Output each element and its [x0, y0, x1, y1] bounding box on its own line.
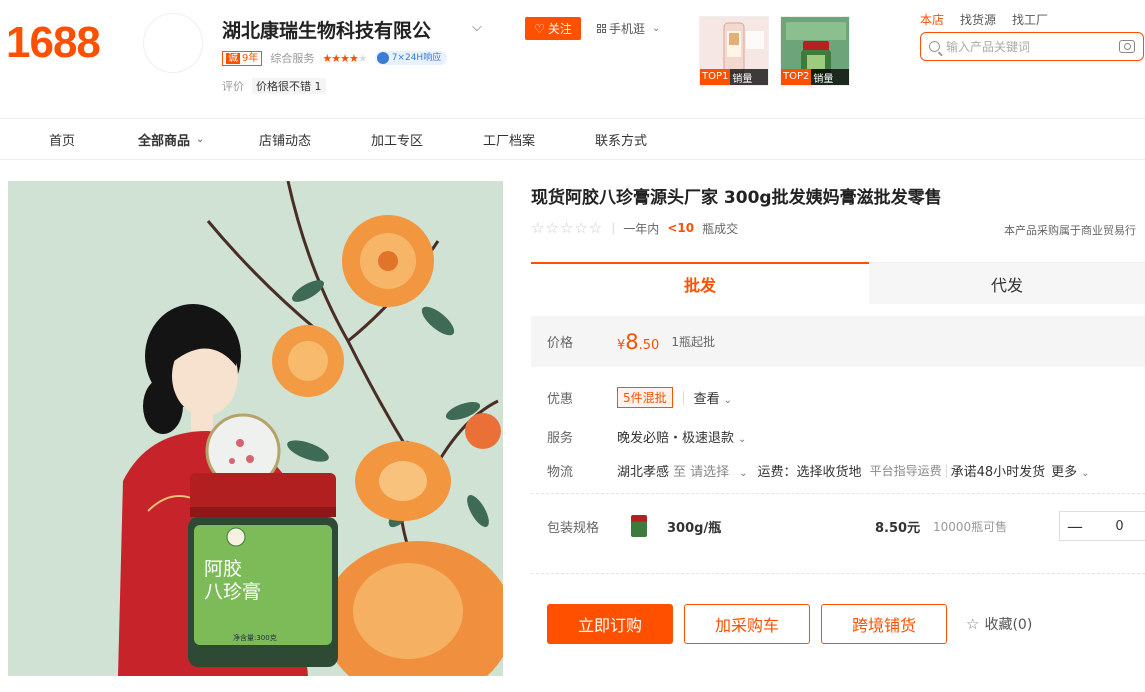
shop-header: 1688 湖北康瑞生物科技有限公 ⌵ 诚 9年 综合服务 ★★★★★ 7×24H响… — [0, 0, 1145, 118]
promo-view-link[interactable]: 查看 ⌄ — [694, 388, 732, 407]
sku-label: 包装规格 — [547, 520, 600, 536]
shop-name[interactable]: 湖北康瑞生物科技有限公 — [222, 16, 431, 43]
search-box — [920, 32, 1144, 61]
product-main-image[interactable]: 阿胶 八珍膏 净含量:300克 — [8, 181, 503, 676]
chevron-down-icon: ⌄ — [196, 134, 205, 145]
search-tab-find-goods[interactable]: 找货源 — [960, 11, 996, 28]
quantity-decrease-button[interactable]: — — [1060, 517, 1090, 536]
more-logistics[interactable]: 更多 ⌄ — [1051, 461, 1089, 480]
sku-thumbnail[interactable] — [631, 515, 647, 537]
buy-now-button[interactable]: 立即订购 — [547, 604, 673, 644]
chevron-down-icon: ⌄ — [1081, 468, 1090, 479]
quantity-input[interactable] — [1090, 518, 1145, 534]
product-title: 现货阿胶八珍膏源头厂家 300g批发姨妈膏滋批发零售 — [531, 188, 942, 208]
search-scope-tabs: 本店 找货源 找工厂 — [920, 11, 1048, 28]
service-stars: ★★★★★ — [322, 51, 367, 65]
star-icon: ☆ — [966, 615, 980, 633]
shop-review: 评价 价格很不错 1 — [222, 78, 326, 94]
sku-row: 包装规格 300g/瓶 8.50元 10000瓶可售 — — [531, 511, 1145, 541]
trade-note: 本产品采购属于商业贸易行 — [1004, 224, 1136, 237]
favorite-button[interactable]: ☆ 收藏(0) — [966, 614, 1032, 634]
promo-label: 优惠 — [547, 392, 574, 407]
nav-shop-news[interactable]: 店铺动态 — [259, 130, 311, 149]
chevron-down-icon: ⌄ — [723, 395, 733, 406]
clock-icon — [376, 52, 389, 64]
nav-factory-profile[interactable]: 工厂档案 — [483, 130, 535, 149]
review-tag: 价格很不错 1 — [252, 78, 326, 94]
search-input[interactable] — [946, 39, 1113, 54]
site-logo[interactable]: 1688 — [6, 18, 101, 68]
nav-all-products[interactable]: 全部商品 ⌄ — [138, 130, 204, 149]
logistics-row: 物流 湖北孝感 至 请选择 ⌄ 运费：选择收货地 平台指导运费 承诺48小时发货 … — [531, 461, 1090, 480]
camera-icon[interactable] — [1119, 40, 1135, 53]
promo-tag: 5件混批 — [617, 387, 673, 408]
top-product-1[interactable]: TOP1 销量 — [699, 16, 769, 86]
min-order: 1瓶起批 — [671, 335, 715, 349]
ship-promise: 承诺48小时发货 — [950, 465, 1046, 480]
sku-name: 300g/瓶 — [667, 520, 722, 536]
add-to-cart-button[interactable]: 加采购车 — [684, 604, 810, 644]
jar-net-weight: 净含量:300克 — [233, 634, 277, 642]
sku-stock: 10000瓶可售 — [933, 519, 1008, 534]
chevron-down-icon[interactable]: ⌵ — [472, 20, 482, 35]
freight-text: 运费：选择收货地 — [757, 465, 862, 480]
price-block: 价格 ¥8.50 1瓶起批 — [531, 316, 1145, 367]
rating-row: ☆☆☆☆☆ | 一年内 <10 瓶成交 — [531, 219, 739, 237]
shop-meta: 诚 9年 综合服务 ★★★★★ 7×24H响应 — [222, 50, 448, 66]
top-product-2[interactable]: TOP2 销量 — [780, 16, 850, 86]
shop-nav: 首页 全部商品 ⌄ 店铺动态 加工专区 工厂档案 联系方式 — [0, 118, 1145, 160]
grid-icon — [597, 24, 606, 33]
search-icon[interactable] — [929, 41, 940, 52]
service-guarantee[interactable]: 晚发必赔・极速退款 ⌄ — [617, 427, 746, 446]
purchase-actions: 立即订购 加采购车 跨境铺货 ☆ 收藏(0) — [547, 604, 1032, 644]
price-label: 价格 — [547, 336, 574, 351]
tab-dropship[interactable]: 代发 — [869, 262, 1145, 304]
search-tab-this-shop[interactable]: 本店 — [920, 11, 944, 28]
mobile-browse-link[interactable]: 手机逛 ⌄ — [597, 20, 660, 37]
service-label: 服务 — [547, 431, 574, 446]
response-badge: 7×24H响应 — [374, 51, 448, 65]
service-row: 服务 晚发必赔・极速退款 ⌄ — [531, 427, 746, 446]
service-label: 综合服务 — [270, 52, 315, 65]
cross-border-button[interactable]: 跨境铺货 — [821, 604, 947, 644]
shop-avatar[interactable] — [143, 13, 203, 73]
follow-button[interactable]: ♡ 关注 — [525, 17, 581, 40]
nav-contact[interactable]: 联系方式 — [595, 130, 647, 149]
chevron-down-icon: ⌄ — [652, 23, 661, 34]
promo-row: 优惠 5件混批 查看 ⌄ — [531, 387, 732, 408]
chevron-down-icon: ⌄ — [738, 434, 747, 445]
purchase-mode-tabs: 批发 代发 — [531, 262, 1145, 304]
quantity-stepper: — — [1059, 511, 1145, 541]
jar-label-line2: 八珍膏 — [204, 581, 262, 603]
chevron-down-icon: ⌄ — [739, 468, 748, 479]
logistics-label: 物流 — [547, 465, 574, 480]
nav-home[interactable]: 首页 — [49, 130, 75, 149]
heart-plus-icon: ♡ — [534, 21, 545, 36]
price-value: ¥8.50 — [617, 329, 660, 354]
years-badge: 诚 9年 — [222, 50, 263, 66]
search-tab-find-factory[interactable]: 找工厂 — [1012, 11, 1048, 28]
tab-wholesale[interactable]: 批发 — [531, 262, 869, 304]
nav-processing[interactable]: 加工专区 — [371, 130, 423, 149]
platform-fee-link[interactable]: 平台指导运费 — [870, 462, 942, 479]
ship-to-select[interactable]: 至 请选择 ⌄ — [673, 461, 748, 480]
rating-stars: ☆☆☆☆☆ — [531, 219, 604, 237]
ship-from: 湖北孝感 — [617, 465, 670, 480]
sku-price: 8.50元 — [875, 520, 921, 536]
sales-count: <10 — [667, 221, 695, 235]
